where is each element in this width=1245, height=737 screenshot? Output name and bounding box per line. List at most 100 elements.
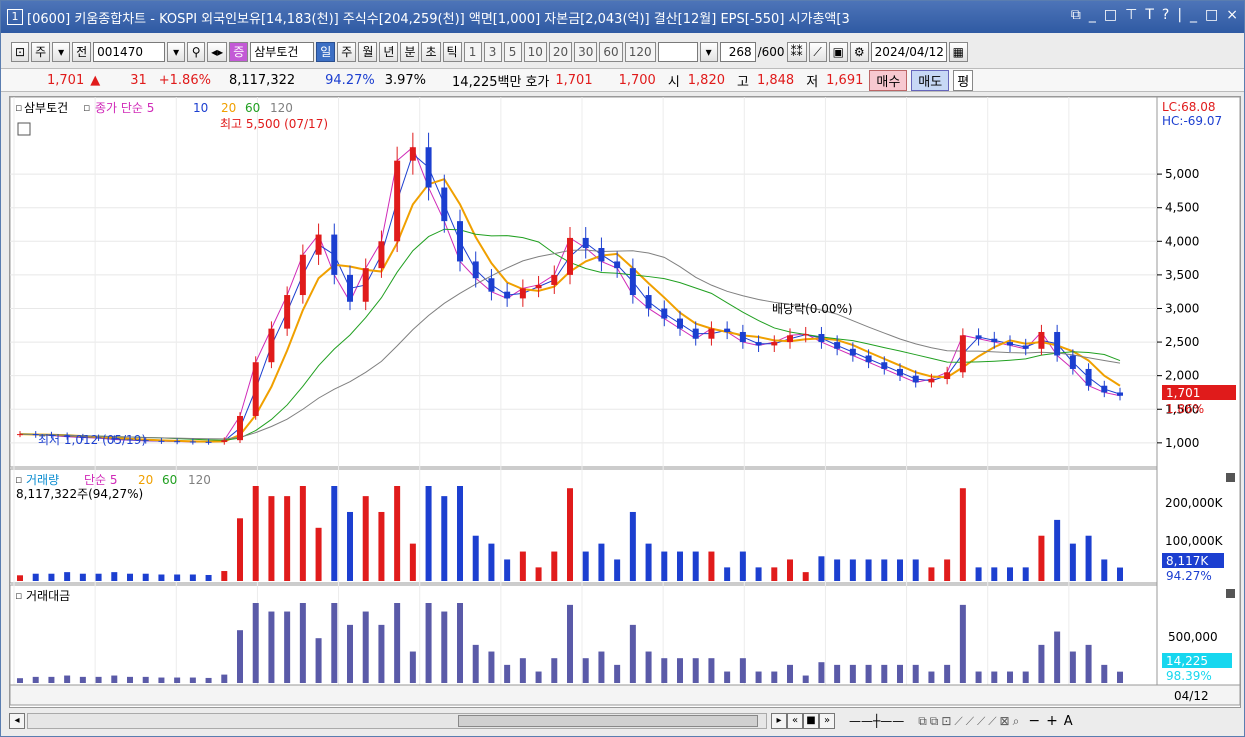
last-pct-label: 1.86% [1166, 402, 1204, 416]
pin-icon[interactable]: ⊤ [1125, 7, 1137, 23]
volume-bar [818, 556, 825, 581]
type-dropdown-icon[interactable]: ▾ [52, 42, 71, 62]
speaker-icon[interactable]: ◂▸ [207, 42, 228, 62]
amount-panel-close-icon[interactable] [1226, 589, 1235, 598]
pink-tag[interactable]: 증 [229, 42, 249, 62]
interval-20[interactable]: 20 [548, 42, 573, 62]
period-tick[interactable]: 틱 [442, 42, 462, 62]
stock-code-input[interactable]: 001470 [93, 42, 166, 62]
candle-body [189, 441, 196, 443]
search-icon[interactable]: ⚲ [187, 42, 206, 62]
app-maximize-icon[interactable]: □ [1205, 7, 1218, 23]
interval-1[interactable]: 1 [463, 42, 482, 62]
calendar-icon[interactable]: ▦ [948, 42, 969, 62]
volume-bar [441, 496, 448, 581]
app-minimize-icon[interactable]: _ [1190, 7, 1197, 23]
font-icon[interactable]: A [1064, 714, 1073, 729]
maximize-icon[interactable]: □ [1104, 7, 1117, 23]
period-week[interactable]: 주 [337, 42, 357, 62]
candle-settings-icon[interactable]: ⁑⁑ [786, 42, 807, 62]
interval-3[interactable]: 3 [483, 42, 502, 62]
chart-area[interactable]: 1,000 1,500 2,000 2,500 3,000 3,500 4,000 4,500… [9, 96, 1241, 708]
volume-panel-title: 거래량 [26, 473, 59, 487]
amount-bar [174, 677, 181, 683]
y-tick-label: 1,000 [1165, 436, 1199, 450]
prev-button[interactable]: 전 [72, 42, 92, 62]
drawing-tools[interactable]: ⧉⧉⊡⟋⟋⟋⟋⊠⌕ [918, 714, 1022, 729]
candle-body [959, 335, 966, 373]
candle-body [614, 261, 621, 269]
interval-dropdown-icon[interactable]: ▾ [699, 42, 718, 62]
period-day[interactable]: 일 [316, 42, 336, 62]
restore-icon[interactable]: ⧉ [1071, 7, 1081, 23]
rewind-icon[interactable]: « [787, 713, 803, 729]
text-icon[interactable]: T [1145, 7, 1154, 23]
zoom-in-icon[interactable]: + [1046, 713, 1058, 729]
period-second[interactable]: 초 [421, 42, 441, 62]
play-icon[interactable]: ▸ [771, 713, 787, 729]
volume-bar [645, 543, 652, 581]
candle-body [1069, 355, 1076, 369]
code-dropdown-icon[interactable]: ▾ [167, 42, 186, 62]
low-price: 1,691 [826, 72, 864, 88]
volume-tick-100k: 100,000K [1165, 534, 1224, 548]
amount-bar [802, 675, 809, 683]
amount-bar [32, 676, 39, 683]
zoom-slider[interactable]: ——┼—— [849, 714, 904, 728]
volume-bar [394, 486, 401, 581]
average-button[interactable]: 평 [953, 69, 974, 91]
interval-10[interactable]: 10 [523, 42, 547, 62]
minimize-icon[interactable]: _ [1089, 7, 1096, 23]
grid-toggle-icon[interactable] [17, 122, 31, 136]
volume-bar [457, 486, 463, 581]
period-month[interactable]: 월 [358, 42, 378, 62]
forward-icon[interactable]: » [819, 713, 835, 729]
scrollbar-thumb[interactable] [458, 715, 758, 727]
interval-120[interactable]: 120 [624, 42, 656, 62]
sell-button[interactable]: 매도 [911, 69, 950, 91]
legend-ma5: 종가 단순 5 [95, 101, 154, 115]
separator-icon: | [1177, 7, 1183, 23]
period-year[interactable]: 년 [379, 42, 399, 62]
amount-bar [95, 676, 102, 683]
amount-bar [142, 676, 149, 683]
high-label: 고 [737, 74, 749, 90]
amount-last-label: 14,225 [1166, 654, 1208, 668]
stop-icon[interactable]: ■ [803, 713, 819, 729]
price-panel [9, 96, 1158, 468]
gear-icon[interactable]: ⚙ [849, 42, 869, 62]
volume-bar [48, 573, 55, 581]
interval-5[interactable]: 5 [503, 42, 522, 62]
save-icon[interactable]: ▣ [828, 42, 848, 62]
date-input[interactable]: 2024/04/12 [870, 42, 947, 62]
volume-panel-close-icon[interactable] [1226, 473, 1235, 482]
amount-bar [1007, 671, 1013, 683]
candle-body [472, 261, 479, 279]
volume-bar [1054, 519, 1061, 581]
volume-bar [1101, 559, 1108, 581]
type-toggle[interactable]: 주 [31, 42, 51, 62]
interval-input[interactable] [657, 42, 698, 62]
close-icon[interactable]: × [1226, 7, 1238, 23]
layout-icon[interactable]: ⊡ [11, 42, 30, 62]
interval-30[interactable]: 30 [574, 42, 598, 62]
interval-60[interactable]: 60 [599, 42, 623, 62]
volume-bar [362, 496, 369, 581]
trade-amount: 14,225백만 [452, 74, 522, 90]
chart-svg[interactable]: 1,0001,5002,0002,5003,0003,5004,0004,500… [9, 96, 1241, 707]
zoom-out-icon[interactable]: − [1028, 713, 1040, 729]
help-icon[interactable]: ? [1162, 7, 1169, 23]
volume-bar [111, 572, 118, 581]
count-input[interactable]: 268 [719, 42, 756, 62]
bid-price: 1,700 [618, 72, 656, 88]
horizontal-scrollbar[interactable] [27, 713, 767, 729]
line-tool-icon[interactable]: ⟋ [808, 42, 827, 62]
amount-bar [1022, 671, 1029, 683]
y-tick-label: 4,000 [1165, 234, 1199, 248]
scroll-left-icon[interactable]: ◂ [9, 713, 25, 729]
amount-bar [834, 664, 841, 683]
period-minute[interactable]: 분 [400, 42, 420, 62]
buy-button[interactable]: 매수 [869, 69, 908, 91]
volume-info: 8,117,322주(94,27%) [16, 487, 143, 501]
amount-bar [425, 603, 432, 683]
